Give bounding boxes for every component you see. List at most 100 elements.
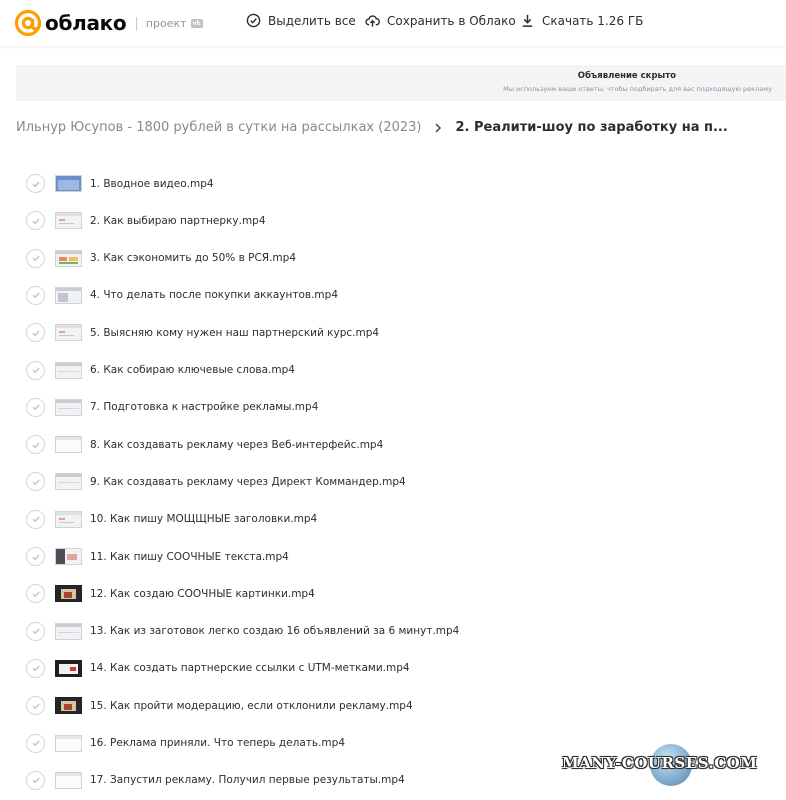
file-row[interactable]: 12. Как создаю СООЧНЫЕ картинки.mp4 [0,575,786,612]
checkmark-icon [32,479,39,486]
file-name[interactable]: 15. Как пройти модерацию, если отклонили… [90,700,413,712]
file-name[interactable]: 16. Реклама приняли. Что теперь делать.m… [90,737,345,749]
file-name[interactable]: 11. Как пишу СООЧНЫЕ текста.mp4 [90,551,289,563]
row-checkbox[interactable] [26,285,45,305]
row-checkbox[interactable] [26,770,45,790]
row-checkbox[interactable] [26,360,45,380]
checkmark-icon [32,554,39,560]
video-thumbnail-icon [55,585,82,603]
video-thumbnail-icon [55,622,82,640]
breadcrumb-current: 2. Реалити-шоу по заработку на п... [455,120,728,135]
row-checkbox[interactable] [26,509,45,529]
file-name[interactable]: 7. Подготовка к настройке рекламы.mp4 [90,401,318,413]
video-thumbnail-icon [55,473,82,491]
video-thumbnail-icon [55,771,82,789]
breadcrumb: Ильнур Юсупов - 1800 рублей в сутки на р… [16,120,728,135]
row-checkbox[interactable] [26,696,45,716]
checkmark-icon [32,404,39,411]
row-checkbox[interactable] [26,248,45,268]
video-thumbnail-icon [55,398,82,416]
download-icon [522,14,533,27]
project-label: проект [145,16,187,30]
file-row[interactable]: 13. Как из заготовок легко создаю 16 объ… [0,613,786,650]
row-checkbox[interactable] [26,658,45,678]
file-row[interactable]: 1. Вводное видео.mp4 [0,165,786,202]
file-row[interactable]: 11. Как пишу СООЧНЫЕ текста.mp4 [0,538,786,575]
file-row[interactable]: 3. Как сэкономить до 50% в РСЯ.mp4 [0,240,786,277]
video-thumbnail-icon [55,510,82,528]
file-name[interactable]: 2. Как выбираю партнерку.mp4 [90,215,266,227]
file-row[interactable]: 15. Как пройти модерацию, если отклонили… [0,687,786,724]
checkmark-icon [32,703,39,709]
at-sign-logo-icon [14,9,42,37]
cloud-logo[interactable]: облако | проект vk [14,9,203,37]
select-all-label: Выделить все [268,13,356,28]
download-button[interactable]: Скачать 1.26 ГБ [520,13,643,28]
file-name[interactable]: 5. Выясняю кому нужен наш партнерский ку… [90,327,379,339]
file-name[interactable]: 12. Как создаю СООЧНЫЕ картинки.mp4 [90,588,315,600]
file-name[interactable]: 14. Как создать партнерские ссылки с UTM… [90,662,410,674]
checkmark-icon [32,367,39,374]
chevron-right-icon [435,122,442,133]
checkmark-icon [32,777,39,784]
cloud-upload-icon [365,15,380,27]
checkmark-icon [32,665,39,672]
file-row[interactable]: 4. Что делать после покупки аккаунтов.mp… [0,277,786,314]
row-checkbox[interactable] [26,397,45,417]
video-thumbnail-icon [55,659,82,677]
ad-title: Объявление скрыто [577,71,676,81]
file-row[interactable]: 2. Как выбираю партнерку.mp4 [0,202,786,239]
checkmark-icon [32,628,39,635]
row-checkbox[interactable] [26,584,45,604]
file-name[interactable]: 4. Что делать после покупки аккаунтов.mp… [90,289,338,301]
row-checkbox[interactable] [26,472,45,492]
row-checkbox[interactable] [26,733,45,753]
file-name[interactable]: 6. Как собираю ключевые слова.mp4 [90,364,295,376]
file-row[interactable]: 10. Как пишу МОЩЩНЫЕ заголовки.mp4 [0,501,786,538]
video-thumbnail-icon [55,249,82,267]
file-name[interactable]: 13. Как из заготовок легко создаю 16 объ… [90,625,459,637]
file-name[interactable]: 9. Как создавать рекламу через Директ Ко… [90,476,406,488]
checkmark-icon [32,218,39,225]
save-to-cloud-label: Сохранить в Облако [387,13,516,28]
select-all-button[interactable]: Выделить все [246,13,356,28]
row-checkbox[interactable] [26,547,45,566]
download-label: Скачать 1.26 ГБ [542,13,644,28]
file-row[interactable]: 6. Как собираю ключевые слова.mp4 [0,352,786,389]
logo-text: облако [45,11,127,35]
file-row[interactable]: 14. Как создать партнерские ссылки с UTM… [0,650,786,687]
video-thumbnail-icon [55,361,82,379]
logo-separator: | [134,15,139,31]
checkmark-icon [32,255,39,262]
row-checkbox[interactable] [26,323,45,343]
checkmark-icon [32,181,39,187]
video-thumbnail-icon [55,734,82,752]
file-name[interactable]: 1. Вводное видео.mp4 [90,178,214,190]
breadcrumb-parent-link[interactable]: Ильнур Юсупов - 1800 рублей в сутки на р… [16,120,421,135]
file-row[interactable]: 5. Выясняю кому нужен наш партнерский ку… [0,314,786,351]
ad-banner: Объявление скрыто Мы используем ваши отв… [16,65,786,101]
checkmark-icon [32,516,39,523]
file-row[interactable]: 8. Как создавать рекламу через Веб-интер… [0,426,786,463]
row-checkbox[interactable] [26,435,45,455]
file-name[interactable]: 3. Как сэкономить до 50% в РСЯ.mp4 [90,252,296,264]
file-row[interactable]: 9. Как создавать рекламу через Директ Ко… [0,463,786,500]
row-checkbox[interactable] [26,621,45,641]
video-thumbnail-icon [55,697,82,715]
save-to-cloud-button[interactable]: Сохранить в Облако [365,13,516,28]
vk-badge-icon: vk [190,18,203,28]
row-checkbox[interactable] [26,211,45,231]
checkmark-icon [32,292,39,299]
file-row[interactable]: 7. Подготовка к настройке рекламы.mp4 [0,389,786,426]
watermark: MANY-COURSES.COM [562,754,758,772]
file-name[interactable]: 17. Запустил рекламу. Получил первые рез… [90,774,405,786]
row-checkbox[interactable] [26,174,45,193]
file-name[interactable]: 8. Как создавать рекламу через Веб-интер… [90,439,383,451]
video-thumbnail-icon [55,286,82,304]
top-toolbar: облако | проект vk Выделить все Сохранит… [0,0,786,46]
video-thumbnail-icon [55,212,82,230]
ad-subtitle: Мы используем ваши ответы, чтобы подбира… [503,85,772,93]
file-name[interactable]: 10. Как пишу МОЩЩНЫЕ заголовки.mp4 [90,513,317,525]
checkmark-icon [32,442,39,448]
video-thumbnail-icon [55,436,82,454]
